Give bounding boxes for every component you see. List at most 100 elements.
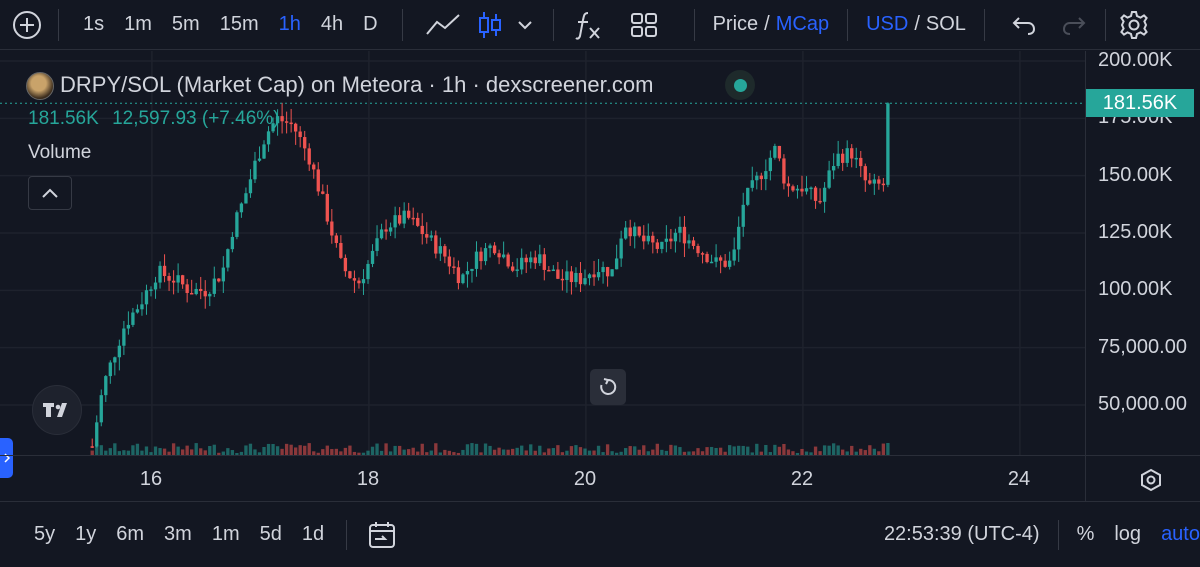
tradingview-logo[interactable] bbox=[32, 385, 82, 435]
timeframe-1h[interactable]: 1h bbox=[279, 0, 301, 50]
candle-body bbox=[741, 204, 745, 227]
candle-body bbox=[691, 240, 696, 246]
volume-bar bbox=[718, 447, 723, 455]
volume-bar bbox=[822, 445, 827, 455]
volume-bar bbox=[262, 446, 266, 455]
usd-option[interactable]: USD bbox=[866, 13, 908, 36]
price-mcap-toggle[interactable]: Price / MCap bbox=[713, 0, 830, 50]
axis-settings-button[interactable] bbox=[1138, 467, 1164, 493]
toggle-slash: / bbox=[914, 13, 920, 35]
timeframe-1m[interactable]: 1m bbox=[124, 0, 152, 50]
timeframe-15m[interactable]: 15m bbox=[220, 0, 259, 50]
volume-bar bbox=[108, 448, 112, 455]
range-1m[interactable]: 1m bbox=[212, 523, 240, 546]
indicators-button[interactable] bbox=[574, 0, 602, 50]
auto-scale-toggle[interactable]: auto bbox=[1161, 523, 1200, 546]
candle-body bbox=[642, 235, 646, 242]
volume-bar bbox=[773, 444, 777, 455]
reset-chart-button[interactable] bbox=[590, 369, 626, 405]
collapse-legend-button[interactable] bbox=[28, 176, 72, 210]
percent-scale-toggle[interactable]: % bbox=[1077, 523, 1095, 546]
candle-body bbox=[298, 131, 302, 138]
candle-body bbox=[813, 187, 818, 201]
volume-bar bbox=[307, 443, 311, 455]
redo-button[interactable] bbox=[1061, 0, 1087, 50]
go-to-date-button[interactable] bbox=[367, 520, 397, 550]
layouts-button[interactable] bbox=[630, 0, 658, 50]
range-1d[interactable]: 1d bbox=[302, 523, 324, 546]
toolbar-divider bbox=[847, 8, 849, 41]
candle-body bbox=[804, 188, 809, 192]
clock-timezone[interactable]: 22:53:39 (UTC-4) bbox=[884, 523, 1040, 546]
candle-body bbox=[416, 217, 420, 226]
timeframe-1s[interactable]: 1s bbox=[83, 0, 104, 50]
settings-button[interactable] bbox=[1118, 0, 1150, 50]
add-symbol-button[interactable] bbox=[10, 0, 44, 50]
candle-body bbox=[153, 282, 158, 290]
candle-body bbox=[859, 157, 863, 167]
volume-bar bbox=[384, 443, 388, 455]
candle-body bbox=[488, 245, 492, 249]
volume-bar bbox=[569, 446, 574, 455]
volume-bar bbox=[578, 447, 583, 455]
range-6m[interactable]: 6m bbox=[116, 523, 144, 546]
candle-body bbox=[583, 278, 587, 285]
range-5d[interactable]: 5d bbox=[260, 523, 282, 546]
time-axis[interactable]: 16 18 20 22 24 bbox=[0, 455, 1085, 501]
candle-body bbox=[375, 238, 379, 251]
mcap-option[interactable]: MCap bbox=[776, 13, 829, 36]
live-dot bbox=[733, 78, 747, 92]
volume-bar bbox=[642, 445, 646, 455]
timeframe-5m[interactable]: 5m bbox=[172, 0, 200, 50]
candle-body bbox=[162, 265, 167, 277]
tradingview-logo-icon bbox=[43, 403, 67, 417]
candle-body bbox=[596, 272, 601, 278]
volume-bar bbox=[669, 444, 673, 455]
range-3m[interactable]: 3m bbox=[164, 523, 192, 546]
volume-bar bbox=[728, 445, 732, 455]
toolbar-divider bbox=[693, 8, 695, 41]
chart-type-dropdown[interactable] bbox=[517, 0, 533, 50]
candle-body bbox=[393, 215, 397, 228]
candle-body bbox=[637, 226, 641, 236]
candle-body bbox=[795, 188, 800, 191]
chevron-down-icon bbox=[517, 20, 532, 29]
volume-bar bbox=[624, 448, 628, 455]
currency-toggle[interactable]: USD / SOL bbox=[866, 0, 966, 50]
candle-body bbox=[624, 227, 628, 239]
price-option[interactable]: Price bbox=[713, 13, 759, 36]
volume-bar bbox=[831, 443, 836, 455]
line-chart-button[interactable] bbox=[425, 0, 461, 50]
log-scale-toggle[interactable]: log bbox=[1114, 523, 1141, 546]
candle-body bbox=[312, 164, 316, 170]
candle-body bbox=[167, 276, 171, 281]
sol-option[interactable]: SOL bbox=[926, 13, 966, 36]
volume-bar bbox=[158, 448, 162, 455]
axis-settings-corner bbox=[1085, 455, 1200, 501]
token-avatar bbox=[26, 72, 54, 100]
volume-bar bbox=[673, 445, 678, 455]
live-status-indicator bbox=[725, 70, 755, 100]
legend-values: 181.56K 12,597.93 (+7.46%) bbox=[28, 108, 280, 130]
candle-body bbox=[601, 267, 605, 273]
volume-bar bbox=[465, 444, 470, 455]
candlestick-button[interactable] bbox=[477, 0, 503, 50]
candle-body bbox=[709, 261, 714, 264]
candle-body bbox=[99, 395, 103, 423]
volume-bar bbox=[538, 445, 542, 455]
volume-bar bbox=[284, 443, 289, 455]
volume-bar bbox=[755, 443, 759, 455]
volume-bar bbox=[497, 447, 501, 455]
volume-bar bbox=[574, 445, 578, 455]
undo-button[interactable] bbox=[1011, 0, 1037, 50]
volume-bar bbox=[289, 444, 293, 455]
timeframe-4h[interactable]: 4h bbox=[321, 0, 343, 50]
candle-body bbox=[809, 187, 813, 190]
candle-body bbox=[180, 275, 185, 285]
timeframe-D[interactable]: D bbox=[363, 0, 377, 50]
candle-body bbox=[705, 253, 709, 263]
range-5y[interactable]: 5y bbox=[34, 523, 55, 546]
candle-body bbox=[569, 271, 574, 283]
candle-body bbox=[542, 254, 546, 270]
range-1y[interactable]: 1y bbox=[75, 523, 96, 546]
